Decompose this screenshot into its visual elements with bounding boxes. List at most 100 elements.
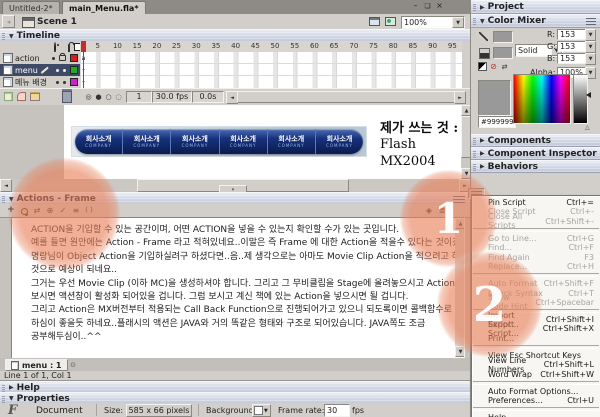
add-statement-icon[interactable]: + (6, 205, 16, 215)
r-input[interactable]: 153 (557, 29, 587, 40)
layer-lock-dot[interactable] (63, 81, 66, 84)
menu-button[interactable]: 회사소개 COMPANY (219, 129, 267, 154)
context-menu-item[interactable]: Pin Script Ctrl+= (472, 198, 600, 207)
minimize-icon[interactable]: – (411, 1, 420, 10)
layer-outline-color[interactable] (70, 78, 78, 86)
layer-visible-dot[interactable] (56, 81, 59, 84)
auto-format-icon[interactable]: ≡ (71, 205, 81, 215)
layer-lock-dot[interactable] (59, 55, 66, 61)
collapse-arrow-icon[interactable]: △ (585, 124, 590, 131)
background-color-swatch[interactable]: ▼ (252, 404, 271, 417)
components-panel-header[interactable]: ▶ Components (471, 134, 600, 147)
script-pane[interactable]: ACTION을 기입할 수 있는 공간이며, 어떤 ACTION을 넣을 수 있… (11, 217, 465, 360)
onion-skin-outline-icon[interactable]: ○ (104, 92, 113, 101)
context-menu-item[interactable] (473, 345, 599, 349)
context-menu-item[interactable]: Find... Ctrl+F (472, 243, 600, 252)
stroke-color-swatch[interactable] (493, 31, 513, 43)
insert-folder-button[interactable] (29, 92, 40, 101)
size-button[interactable]: 585 x 66 pixels (126, 404, 192, 417)
g-input[interactable]: 153 (557, 41, 587, 52)
layer-visible-dot[interactable] (56, 69, 59, 72)
behaviors-panel-header[interactable]: ▶ Behaviors (471, 160, 600, 173)
insert-layer-button[interactable] (3, 92, 14, 101)
context-menu-item[interactable] (473, 273, 599, 277)
menu-button[interactable]: 회사소개 COMPANY (170, 129, 218, 154)
frames-grid[interactable] (80, 52, 462, 89)
layer-name[interactable]: 메뉴 배경 (15, 77, 47, 88)
close-icon[interactable]: × (435, 1, 444, 10)
edit-multiple-frames-icon[interactable]: ◌ (114, 92, 123, 101)
edit-scene-icon[interactable] (368, 16, 381, 27)
layer-outline-color[interactable] (70, 66, 78, 74)
timeline-scrollbar[interactable] (237, 91, 455, 103)
panel-options-icon[interactable] (586, 18, 596, 25)
context-menu-item[interactable]: Auto Format Ctrl+Shift+F (472, 279, 600, 288)
delete-layer-button[interactable] (62, 91, 72, 103)
brightness-slider[interactable] (573, 74, 588, 124)
find-replace-icon[interactable]: ⇄ (32, 205, 42, 215)
scene-label[interactable]: Scene 1 (37, 17, 77, 27)
context-menu-item[interactable]: Go to Line... Ctrl+G (472, 234, 600, 243)
layer-visible-dot[interactable] (52, 57, 55, 60)
menu-button[interactable]: 회사소개 COMPANY (122, 129, 170, 154)
brightness-slider-handle[interactable] (586, 92, 591, 98)
r-spinner-icon[interactable]: ▼ (585, 29, 596, 41)
zoom-dropdown-icon[interactable]: ▼ (452, 17, 464, 28)
g-spinner-icon[interactable]: ▼ (585, 41, 596, 53)
view-options-icon[interactable]: ≣ (437, 205, 447, 215)
context-menu-item[interactable]: Auto Format Options... (472, 387, 600, 396)
layer-lock-dot[interactable] (63, 69, 66, 72)
context-menu-item[interactable]: Find Again F3 (472, 252, 600, 261)
color-mixer-header[interactable]: ▼ Color Mixer (471, 14, 600, 28)
restore-icon[interactable]: ❏ (423, 1, 432, 10)
menu-button[interactable]: 회사소개 COMPANY (315, 129, 363, 154)
layer-outline-color[interactable] (70, 54, 78, 62)
menu-button[interactable]: 회사소개 COMPANY (75, 129, 122, 154)
center-frame-icon[interactable]: ◎ (84, 92, 93, 101)
script-vscrollbar[interactable]: ▲ ▼ (455, 218, 464, 357)
tab-main-menu-fla[interactable]: main_Menu.fla* (62, 1, 146, 14)
check-syntax-icon[interactable]: ✓ (58, 205, 68, 215)
zoom-select[interactable]: 100% ▼ (401, 16, 465, 29)
context-menu-item[interactable]: View Line Numbers Ctrl+Shift+L (472, 360, 600, 369)
edit-symbols-icon[interactable] (384, 16, 397, 27)
context-menu-item[interactable] (473, 407, 599, 411)
show-code-hint-icon[interactable]: ( ) (84, 205, 94, 215)
insert-target-path-icon[interactable]: ⊕ (45, 205, 55, 215)
playhead[interactable] (81, 41, 86, 52)
context-menu-item[interactable]: Preferences... Ctrl+U (472, 396, 600, 405)
context-menu-item[interactable]: Show Code Hint Ctrl+Spacebar (472, 298, 600, 307)
stage-vscrollbar[interactable]: ▲ ▼ (461, 105, 470, 179)
layer-name[interactable]: action (15, 54, 40, 63)
panel-options-icon[interactable] (453, 195, 465, 203)
script-tab-menu[interactable]: menu : 1 (5, 359, 68, 371)
hex-color-input[interactable]: #999999 (478, 116, 516, 128)
find-icon[interactable] (19, 206, 29, 216)
onion-skin-icon[interactable]: ● (94, 92, 103, 101)
stage-scroll-left-icon[interactable]: ◄ (0, 179, 12, 192)
no-color-icon[interactable]: ⊘ (489, 62, 498, 71)
default-colors-icon[interactable] (478, 62, 487, 71)
color-spectrum[interactable] (513, 74, 571, 124)
context-menu-item[interactable]: Export Script... Ctrl+Shift+X (472, 324, 600, 333)
fill-color-swatch[interactable] (493, 47, 513, 59)
project-panel-header[interactable]: ▶ Project (471, 0, 600, 14)
context-menu-item[interactable]: Word Wrap Ctrl+Shift+W (472, 369, 600, 378)
swap-colors-icon[interactable]: ⇄ (500, 62, 509, 71)
debug-options-icon[interactable]: ◈ (424, 205, 434, 215)
context-menu-item[interactable]: Close All Scripts Ctrl+Shift+- (472, 217, 600, 226)
pin-script-icon[interactable]: ⊙ (68, 360, 78, 369)
b-input[interactable]: 153 (557, 53, 587, 64)
menu-button[interactable]: 회사소개 COMPANY (267, 129, 315, 154)
timeline-scroll-right-icon[interactable]: ► (454, 91, 466, 104)
frame-rate-field[interactable]: 30.0 fps (152, 91, 192, 103)
menu-bar-artwork[interactable]: 회사소개 COMPANY 회사소개 COMPANY 회사소개 COMPANY (71, 126, 367, 157)
context-menu-item[interactable] (473, 381, 599, 385)
back-button[interactable]: ◂ (2, 15, 15, 28)
context-menu-item[interactable]: Replace... Ctrl+H (472, 262, 600, 271)
context-menu-item[interactable]: Help (472, 413, 600, 417)
component-inspector-header[interactable]: ▶ Component Inspector (471, 147, 600, 160)
layer-name[interactable]: menu (15, 66, 38, 75)
add-motion-guide-button[interactable] (16, 92, 27, 101)
tab-untitled-2[interactable]: Untitled-2* (2, 1, 60, 14)
